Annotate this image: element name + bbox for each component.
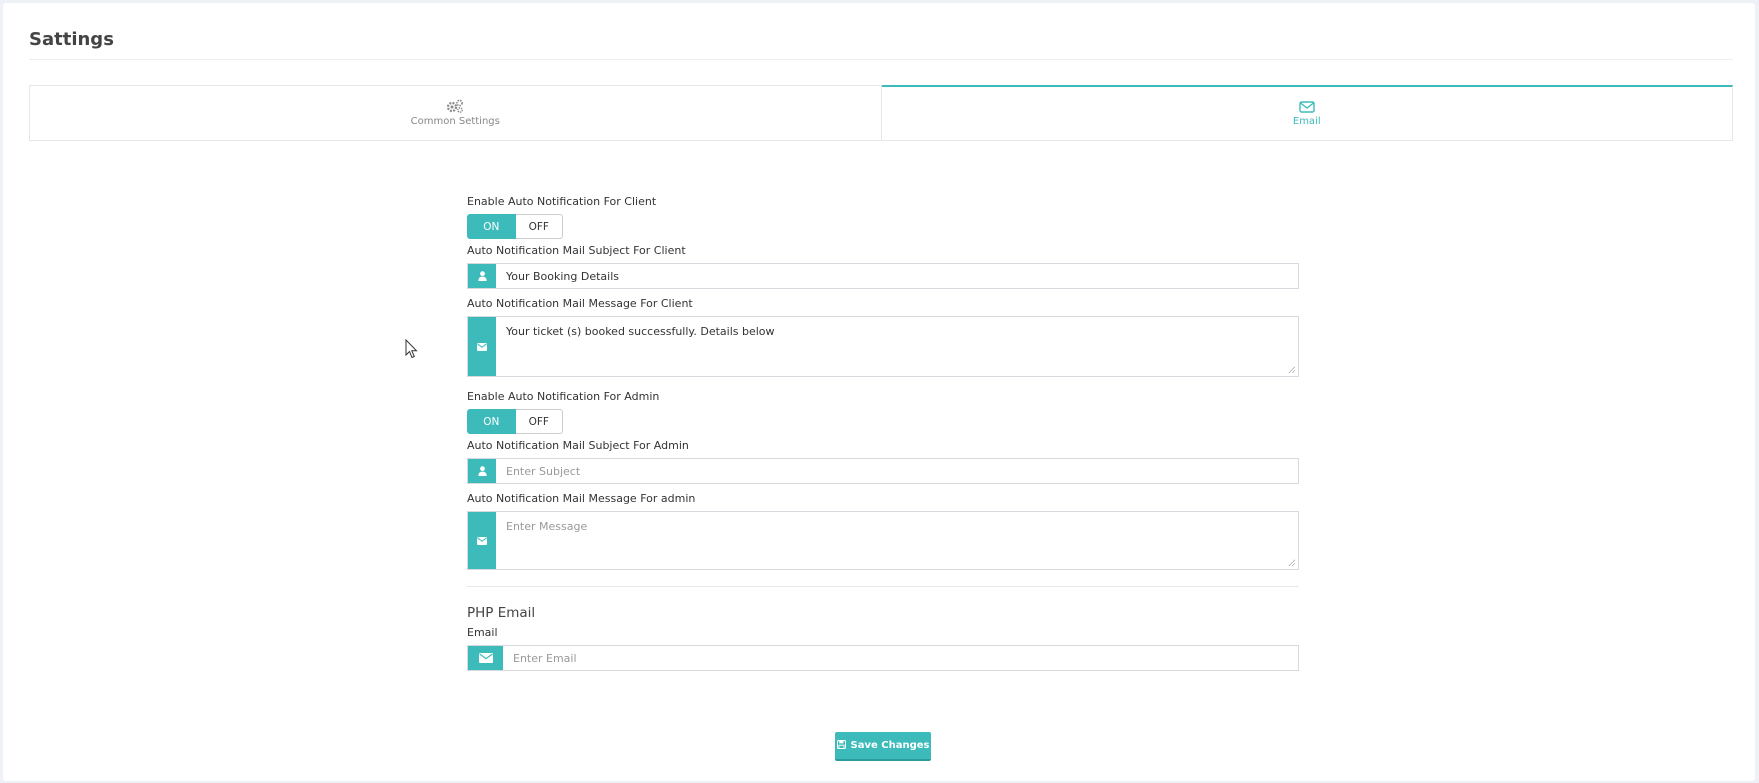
section-divider bbox=[467, 586, 1299, 587]
client-message-label: Auto Notification Mail Message For Clien… bbox=[467, 297, 693, 310]
save-changes-label: Save Changes bbox=[850, 740, 930, 751]
admin-subject-label: Auto Notification Mail Subject For Admin bbox=[467, 439, 689, 452]
admin-toggle-on[interactable]: ON bbox=[467, 409, 516, 434]
user-icon bbox=[468, 459, 496, 483]
admin-message-placeholder: Enter Message bbox=[506, 520, 588, 533]
title-divider bbox=[29, 59, 1733, 60]
floppy-disk-icon bbox=[836, 739, 846, 752]
mouse-pointer-icon bbox=[405, 338, 419, 363]
client-message-group: Your ticket (s) booked successfully. Det… bbox=[467, 316, 1299, 377]
client-toggle-on[interactable]: ON bbox=[467, 214, 516, 239]
client-notification-toggle[interactable]: ON OFF bbox=[467, 214, 563, 239]
enable-client-notification-label: Enable Auto Notification For Client bbox=[467, 195, 657, 208]
gears-icon bbox=[446, 99, 464, 113]
email-settings-form: Enable Auto Notification For Client ON O… bbox=[467, 195, 1299, 671]
email-group: Enter Email bbox=[467, 645, 1299, 671]
page-title: Sattings bbox=[29, 29, 114, 50]
client-toggle-off[interactable]: OFF bbox=[515, 214, 563, 239]
settings-tabs: Common Settings Email bbox=[29, 85, 1733, 141]
user-icon bbox=[468, 264, 496, 288]
admin-message-group: Enter Message bbox=[467, 511, 1299, 570]
envelope-icon bbox=[468, 646, 503, 670]
client-subject-input[interactable]: Your Booking Details bbox=[496, 264, 1298, 288]
client-subject-label: Auto Notification Mail Subject For Clien… bbox=[467, 244, 686, 257]
email-input[interactable]: Enter Email bbox=[503, 646, 1298, 670]
client-subject-group: Your Booking Details bbox=[467, 263, 1299, 289]
admin-message-textarea[interactable]: Enter Message bbox=[496, 512, 1298, 569]
tab-email-label: Email bbox=[1292, 115, 1321, 127]
save-changes-button[interactable]: Save Changes bbox=[835, 732, 931, 761]
admin-subject-input[interactable]: Enter Subject bbox=[496, 459, 1298, 483]
envelope-icon bbox=[468, 512, 496, 569]
envelope-icon bbox=[468, 317, 496, 376]
resize-grip-icon[interactable] bbox=[1288, 366, 1295, 373]
envelope-icon bbox=[1299, 100, 1315, 113]
tab-email[interactable]: Email bbox=[881, 85, 1733, 141]
tab-common-settings-label: Common Settings bbox=[410, 116, 500, 127]
php-email-section-title: PHP Email bbox=[467, 605, 536, 621]
email-label: Email bbox=[467, 626, 498, 639]
admin-toggle-off[interactable]: OFF bbox=[515, 409, 563, 434]
admin-subject-group: Enter Subject bbox=[467, 458, 1299, 484]
settings-page: Sattings Common Settings Email Enable Au… bbox=[3, 3, 1755, 781]
client-message-textarea[interactable]: Your ticket (s) booked successfully. Det… bbox=[496, 317, 1298, 376]
tab-common-settings[interactable]: Common Settings bbox=[29, 85, 882, 141]
enable-admin-notification-label: Enable Auto Notification For Admin bbox=[467, 390, 660, 403]
admin-message-label: Auto Notification Mail Message For admin bbox=[467, 492, 696, 505]
client-message-text: Your ticket (s) booked successfully. Det… bbox=[506, 325, 775, 338]
admin-notification-toggle[interactable]: ON OFF bbox=[467, 409, 563, 434]
resize-grip-icon[interactable] bbox=[1288, 559, 1295, 566]
